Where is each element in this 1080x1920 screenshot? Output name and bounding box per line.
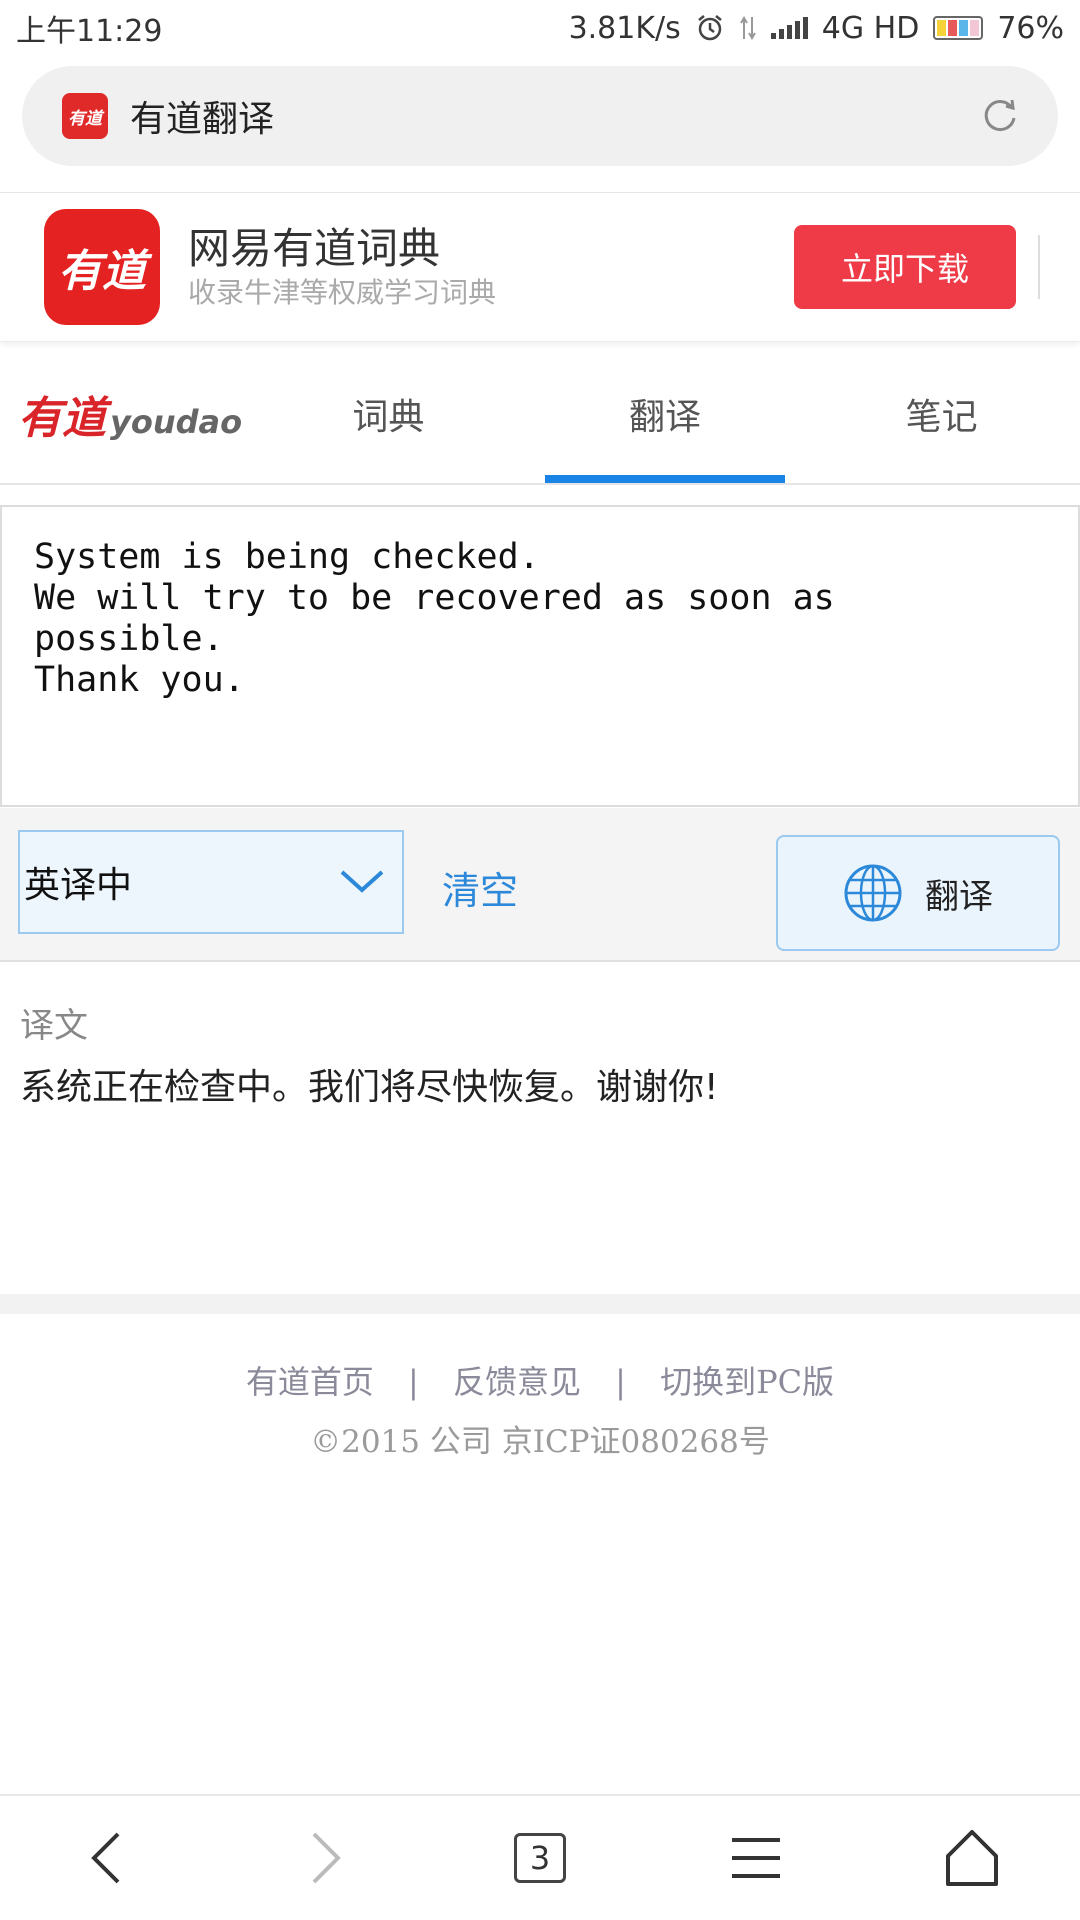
signal-icon [770,17,808,39]
alarm-icon [695,13,725,43]
language-select[interactable]: 英译中 [18,830,404,934]
logo-en: youdao [110,403,243,441]
battery-level: 76% [997,10,1064,46]
data-transfer-icon [739,15,757,41]
footer-link-pc-version[interactable]: 切换到PC版 [660,1363,834,1401]
clear-button[interactable]: 清空 [442,860,518,915]
nav-tabs: 词典 翻译 笔记 [250,345,1080,483]
reload-icon[interactable] [978,94,1022,138]
tab-count: 3 [514,1833,566,1883]
app-name: 网易有道词典 [188,224,441,273]
page-title[interactable]: 有道翻译 [130,90,978,142]
browser-toolbar: 3 [0,1794,1080,1920]
battery-icon [933,16,984,40]
status-time: 上午11:29 [16,14,163,49]
globe-icon [844,864,902,922]
footer-links: 有道首页 | 反馈意见 | 切换到PC版 [0,1354,1080,1410]
section-divider [0,1294,1080,1314]
banner-text: 网易有道词典 收录牛津等权威学习词典 [188,223,794,311]
tab-notes[interactable]: 笔记 [803,345,1080,483]
tab-translate[interactable]: 翻译 [527,345,804,483]
menu-icon [732,1838,780,1878]
address-bar[interactable]: 有道 有道翻译 [22,66,1058,166]
translate-controls: 英译中 清空 翻译 [0,808,1080,962]
banner-divider [1038,235,1040,299]
status-right: 3.81K/s 4G HD 76% [569,11,1064,46]
home-button[interactable] [864,1796,1080,1920]
status-bar: 上午11:29 3.81K/s 4G HD 76% [0,0,1080,56]
tab-dictionary[interactable]: 词典 [250,345,527,483]
app-download-banner: 有道 网易有道词典 收录牛津等权威学习词典 立即下载 [0,192,1080,342]
footer-link-home[interactable]: 有道首页 [246,1363,374,1401]
footer: 有道首页 | 反馈意见 | 切换到PC版 ©2015 公司 京ICP证08026… [0,1354,1080,1470]
result-text: 系统正在检查中。我们将尽快恢复。谢谢你! [20,1067,719,1108]
forward-arrow-icon [312,1832,341,1884]
network-speed: 3.81K/s [568,10,681,46]
site-favicon: 有道 [62,93,108,139]
chevron-down-icon [340,870,384,893]
footer-separator: | [408,1363,419,1401]
source-text[interactable]: System is being checked. We will try to … [34,537,1034,701]
menu-button[interactable] [648,1796,864,1920]
copyright: ©2015 公司 京ICP证080268号 [310,1424,770,1460]
network-type: 4G HD [821,10,920,46]
logo-cn: 有道 [18,393,106,444]
app-subtitle: 收录牛津等权威学习词典 [188,276,497,309]
translation-result: 译文 系统正在检查中。我们将尽快恢复。谢谢你! [0,964,1080,1294]
tabs-button[interactable]: 3 [432,1796,648,1920]
home-icon [946,1830,998,1886]
main-nav: 有道 youdao 词典 翻译 笔记 [0,345,1080,485]
translate-button[interactable]: 翻译 [776,835,1060,951]
back-button[interactable] [0,1796,216,1920]
app-logo: 有道 [44,209,160,325]
footer-link-feedback[interactable]: 反馈意见 [453,1363,581,1401]
back-arrow-icon [91,1832,120,1884]
download-button[interactable]: 立即下载 [794,225,1016,309]
translate-label: 翻译 [925,876,993,917]
youdao-logo[interactable]: 有道 youdao [0,382,250,446]
language-value: 英译中 [24,865,133,906]
result-label: 译文 [20,1006,88,1046]
footer-separator: | [615,1363,626,1401]
source-text-input[interactable]: System is being checked. We will try to … [0,505,1080,807]
forward-button[interactable] [216,1796,432,1920]
